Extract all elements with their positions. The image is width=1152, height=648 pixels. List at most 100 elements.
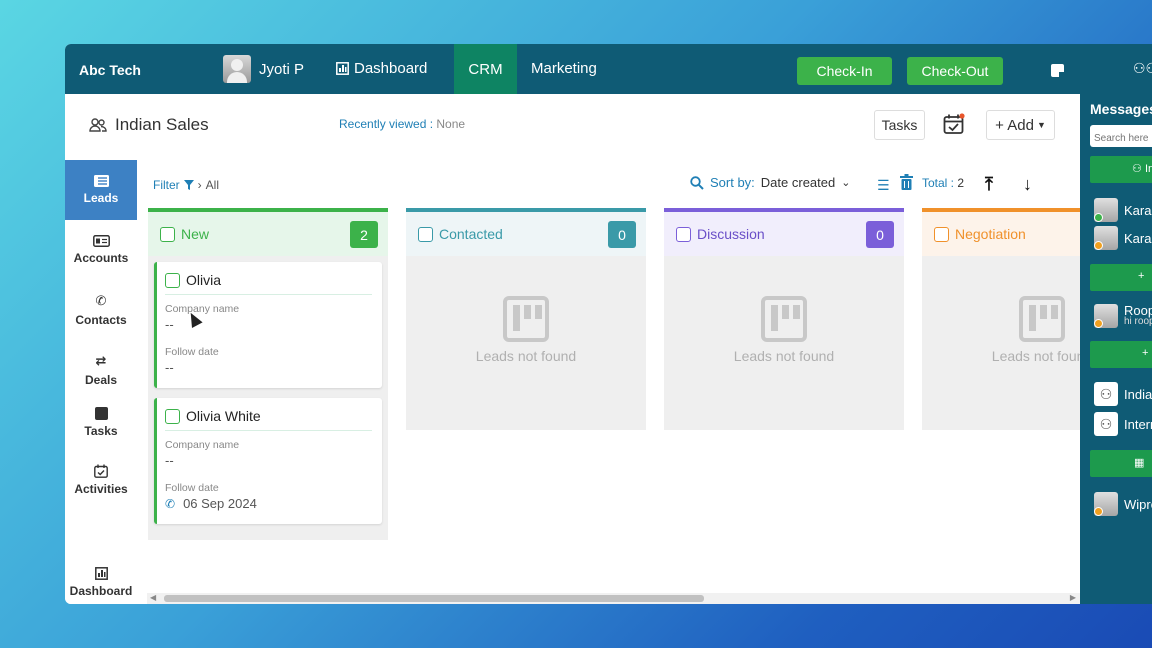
messages-panel: Messages ⚇ In Karan Karan + Roop hi roop… <box>1080 94 1152 604</box>
nav-crm[interactable]: CRM <box>454 44 517 94</box>
group-item[interactable]: ⚇ India <box>1094 382 1152 406</box>
company-label: Company name <box>165 439 240 451</box>
nav-dashboard[interactable]: Dashboard <box>336 60 427 77</box>
building-icon: ▦ <box>1134 457 1145 469</box>
kanban-icon <box>503 296 549 342</box>
column-count-badge: 2 <box>350 221 378 248</box>
column-discussion: Discussion 0 Leads not found <box>664 208 904 430</box>
contact-item[interactable]: Karan <box>1094 198 1152 222</box>
filter-control[interactable]: Filter › All <box>153 178 219 192</box>
company-avatar <box>1094 492 1118 516</box>
sort-label: Sort by: <box>710 175 755 190</box>
sidebar-item-tasks[interactable]: Tasks <box>65 392 137 452</box>
crm-app-window: Abc Tech Jyoti P Dashboard CRM Marketing… <box>65 44 1152 604</box>
column-count-badge: 0 <box>866 221 894 248</box>
column-select-checkbox[interactable] <box>160 226 175 242</box>
add-group-button[interactable]: + <box>1090 341 1152 368</box>
company-item[interactable]: Wipro <box>1094 492 1152 516</box>
column-body: Leads not found <box>406 256 646 430</box>
recently-viewed-value: None <box>436 117 466 131</box>
follow-date-value: 06 Sep 2024 <box>183 496 257 511</box>
search-icon <box>690 175 704 190</box>
people-icon[interactable]: ⚇⚇ <box>1133 60 1152 77</box>
sticky-note-icon[interactable] <box>1051 64 1064 77</box>
lead-select-checkbox[interactable] <box>165 408 180 424</box>
id-card-icon <box>92 235 110 247</box>
column-new: New 2 Olivia Company name -- Follow date… <box>148 208 388 540</box>
upload-icon[interactable]: ⤒ <box>985 174 993 195</box>
empty-state: Leads not found <box>406 296 646 364</box>
phone-icon: ✆ <box>95 293 107 308</box>
recently-viewed[interactable]: Recently viewed : None <box>339 117 465 131</box>
lead-select-checkbox[interactable] <box>165 272 180 288</box>
away-status-dot <box>1094 507 1103 516</box>
page-title-text: Indian Sales <box>115 115 209 134</box>
scrollbar-thumb[interactable] <box>164 595 704 602</box>
column-select-checkbox[interactable] <box>676 226 691 242</box>
column-title: Discussion <box>697 226 765 242</box>
empty-state-text: Leads not found <box>733 348 835 364</box>
column-select-checkbox[interactable] <box>418 226 433 242</box>
contact-item[interactable]: Karan <box>1094 226 1152 250</box>
lead-card[interactable]: Olivia White Company name -- Follow date… <box>154 398 382 524</box>
user-name: Jyoti P <box>259 60 305 78</box>
column-negotiation: Negotiation Leads not found <box>922 208 1080 430</box>
trash-icon[interactable] <box>900 174 913 190</box>
sidebar-item-label: Accounts <box>73 251 129 265</box>
company-name: Wipro <box>1124 496 1152 512</box>
contact-avatar <box>1094 304 1118 328</box>
add-dropdown-button[interactable]: + Add ▼ <box>986 110 1055 140</box>
sidebar-item-label: Dashboard <box>69 583 133 598</box>
calendar-check-icon[interactable] <box>943 113 965 135</box>
column-body: Leads not found <box>922 256 1080 430</box>
company-value: -- <box>165 453 174 468</box>
users-group-button[interactable]: ⚇ In <box>1090 156 1152 183</box>
group-item[interactable]: ⚇ International <box>1094 412 1152 436</box>
column-title: Contacted <box>439 226 503 242</box>
sort-control[interactable]: Sort by: Date created ⌄ <box>690 175 850 190</box>
tasks-button[interactable]: Tasks <box>874 110 925 140</box>
contact-avatar <box>1094 226 1118 250</box>
column-body: Leads not found <box>664 256 904 430</box>
sidebar-item-leads[interactable]: Leads <box>65 160 137 220</box>
add-button-label: + Add <box>995 116 1034 134</box>
list-icon <box>93 175 109 187</box>
column-header: New 2 <box>148 208 388 256</box>
lead-name: Olivia <box>186 272 222 288</box>
check-in-button[interactable]: Check-In <box>797 57 892 85</box>
sidebar-item-deals[interactable]: ⇄ Deals <box>65 340 137 400</box>
sidebar-item-accounts[interactable]: Accounts <box>65 220 137 280</box>
column-title: New <box>181 226 210 242</box>
lead-card[interactable]: Olivia Company name -- Follow date -- <box>154 262 382 388</box>
contact-item[interactable]: Roop hi roop <box>1094 304 1152 328</box>
group-name: India <box>1124 386 1152 402</box>
kanban-icon <box>761 296 807 342</box>
list-view-icon[interactable]: ☰ <box>877 177 890 194</box>
horizontal-scrollbar[interactable]: ◀ ▶ <box>147 593 1080 604</box>
sidebar-item-dashboard[interactable]: Dashboard <box>65 552 137 604</box>
check-out-button[interactable]: Check-Out <box>907 57 1003 85</box>
column-header: Contacted 0 <box>406 208 646 256</box>
contact-text: Roop hi roop <box>1124 304 1152 328</box>
download-arrow-icon[interactable]: ↓ <box>1023 174 1032 195</box>
sidebar-item-activities[interactable]: Activities <box>65 450 137 510</box>
sidebar-item-label: Deals <box>84 373 118 387</box>
online-status-dot <box>1094 213 1103 222</box>
company-chat-button[interactable]: ▦ <box>1090 450 1152 477</box>
people-icon: ⚇ <box>1132 163 1142 175</box>
users-group-label: In <box>1144 163 1152 175</box>
total-label: Total : <box>922 176 955 190</box>
lead-name: Olivia White <box>186 408 261 424</box>
nav-dashboard-label: Dashboard <box>354 60 428 77</box>
user-avatar <box>223 55 251 83</box>
nav-marketing[interactable]: Marketing <box>531 60 597 77</box>
scroll-left-icon[interactable]: ◀ <box>150 593 156 602</box>
add-contact-button[interactable]: + <box>1090 264 1152 291</box>
column-select-checkbox[interactable] <box>934 226 949 242</box>
user-menu[interactable]: Jyoti P <box>223 55 304 83</box>
follow-date-label: Follow date <box>165 482 219 494</box>
sidebar-item-contacts[interactable]: ✆ Contacts <box>65 280 137 340</box>
scroll-right-icon[interactable]: ▶ <box>1070 593 1076 602</box>
filter-label: Filter <box>153 178 180 192</box>
messages-search-input[interactable] <box>1090 125 1152 147</box>
